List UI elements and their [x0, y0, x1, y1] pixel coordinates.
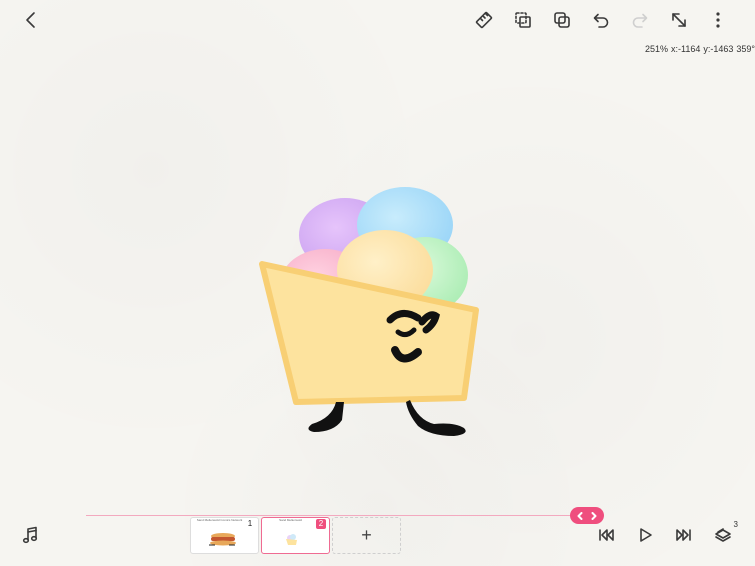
- chevron-left-icon: [577, 511, 583, 520]
- fullscreen-button[interactable]: [666, 7, 692, 33]
- play-button[interactable]: [632, 522, 658, 548]
- add-frame-button[interactable]: +: [332, 517, 401, 554]
- frame-title: Sand Mellenwold: [279, 518, 302, 522]
- frame-number: 1: [247, 519, 253, 528]
- frame-preview: [209, 533, 236, 546]
- transform-select-icon: [515, 12, 531, 28]
- frame-thumbnail-1[interactable]: Sand Mellenwold Comics Network 1: [190, 517, 259, 554]
- transform-button[interactable]: [510, 7, 536, 33]
- skip-to-start-icon: [599, 529, 614, 541]
- layers-button[interactable]: 3: [710, 520, 738, 548]
- copy-icon: [554, 12, 570, 28]
- skip-to-end-icon: [676, 529, 691, 541]
- ruler-button[interactable]: [471, 7, 497, 33]
- canvas-status: 251% x:-1164 y:-1463 359°: [642, 44, 755, 54]
- frame-number: 2: [316, 519, 326, 529]
- zoom-level: 251%: [644, 44, 668, 54]
- frame-thumbnail-2[interactable]: Sand Mellenwold 2: [261, 517, 330, 554]
- rotation-angle: 359°: [736, 44, 755, 54]
- canvas-drawing: [259, 187, 479, 436]
- music-button[interactable]: [17, 522, 43, 548]
- expand-icon: [672, 13, 686, 27]
- redo-button[interactable]: [627, 7, 653, 33]
- layers-icon: [715, 528, 731, 542]
- plus-icon: +: [361, 525, 372, 545]
- redo-icon: [632, 13, 648, 28]
- chevron-left-icon: [26, 12, 35, 28]
- timeline-track: [86, 515, 586, 516]
- frame-title: Sand Mellenwold Comics Network: [196, 518, 243, 522]
- more-button[interactable]: [705, 7, 731, 33]
- layers-count: 3: [733, 520, 738, 529]
- previous-frame-button[interactable]: [574, 510, 586, 522]
- first-frame-button[interactable]: [593, 522, 619, 548]
- frame-preview: [286, 534, 297, 545]
- next-frame-button[interactable]: [588, 510, 600, 522]
- chevron-right-icon: [591, 511, 597, 520]
- copy-button[interactable]: [549, 7, 575, 33]
- last-frame-button[interactable]: [671, 522, 697, 548]
- coordinate-x: x:-1164: [670, 44, 701, 54]
- undo-icon: [593, 13, 609, 28]
- ruler-icon: [475, 11, 493, 29]
- more-vertical-icon: [716, 12, 720, 28]
- back-button[interactable]: [18, 7, 44, 33]
- undo-button[interactable]: [588, 7, 614, 33]
- play-icon: [640, 528, 652, 542]
- coordinate-y: y:-1463: [703, 44, 734, 54]
- music-note-icon: [22, 526, 38, 544]
